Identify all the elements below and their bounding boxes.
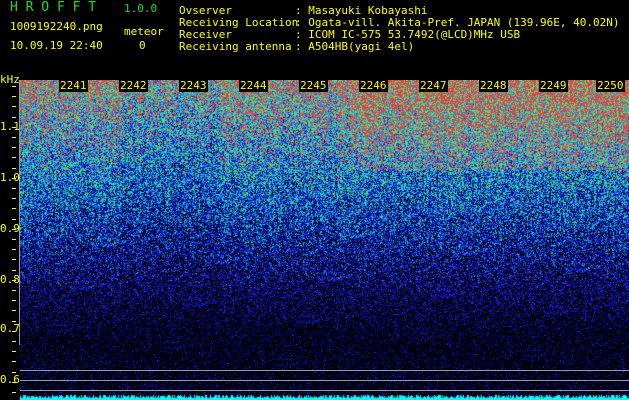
y-minor-tick (12, 137, 16, 138)
y-minor-tick (12, 280, 16, 281)
x-tick-label: 2248 (479, 79, 508, 92)
x-tick-label: 2241 (59, 79, 88, 92)
y-minor-tick (12, 86, 16, 87)
y-tick-label: 0.9 (0, 222, 20, 235)
y-tick-label: 0.8 (0, 273, 20, 286)
reference-line (20, 370, 629, 371)
y-minor-tick (12, 127, 16, 128)
y-minor-tick (12, 372, 16, 373)
meteor-count: 0 (139, 39, 146, 52)
y-tick-label: 0.7 (0, 322, 20, 335)
y-minor-tick (12, 147, 16, 148)
y-minor-tick (12, 392, 16, 393)
y-minor-tick (12, 96, 16, 97)
y-minor-tick (12, 157, 16, 158)
y-minor-tick (12, 382, 16, 383)
y-minor-tick (12, 168, 16, 169)
x-tick-label: 2244 (239, 79, 268, 92)
y-minor-tick (12, 321, 16, 322)
x-tick-label: 2245 (299, 79, 328, 92)
y-unit-label: kHz (0, 73, 20, 86)
y-tick-label: 1.1 (0, 120, 20, 133)
y-minor-tick (12, 188, 16, 189)
x-tick-label: 2242 (119, 79, 148, 92)
x-tick-label: 2250 (596, 79, 625, 92)
y-minor-tick (12, 259, 16, 260)
y-minor-tick (12, 117, 16, 118)
y-tick-label: 0.6 (0, 373, 20, 386)
y-tick-label: 1.0 (0, 171, 20, 184)
info-value: : A504HB(yagi 4el) (295, 40, 415, 53)
info-label: Receiving antenna (179, 40, 292, 53)
reference-line (20, 380, 629, 381)
spectrogram (20, 80, 629, 400)
x-tick-label: 2243 (179, 79, 208, 92)
y-minor-tick (12, 331, 16, 332)
y-minor-tick (12, 106, 16, 107)
y-minor-tick (12, 361, 16, 362)
y-minor-tick (12, 208, 16, 209)
file-name: 1009192240.png (10, 20, 103, 33)
app-title: H R O F F T (10, 0, 97, 15)
y-minor-tick (12, 198, 16, 199)
y-minor-tick (12, 290, 16, 291)
y-minor-tick (12, 310, 16, 311)
reference-line (20, 390, 629, 391)
x-tick-label: 2247 (419, 79, 448, 92)
y-minor-tick (12, 219, 16, 220)
y-minor-tick (12, 249, 16, 250)
meteor-label: meteor (124, 25, 164, 38)
y-minor-tick (12, 239, 16, 240)
y-minor-tick (12, 270, 16, 271)
y-minor-tick (12, 229, 16, 230)
y-minor-tick (12, 341, 16, 342)
x-tick-label: 2246 (359, 79, 388, 92)
y-minor-tick (12, 300, 16, 301)
y-minor-tick (12, 178, 16, 179)
file-datetime: 10.09.19 22:40 (10, 39, 103, 52)
app-version: 1.0.0 (124, 2, 158, 15)
x-tick-label: 2249 (539, 79, 568, 92)
y-minor-tick (12, 351, 16, 352)
